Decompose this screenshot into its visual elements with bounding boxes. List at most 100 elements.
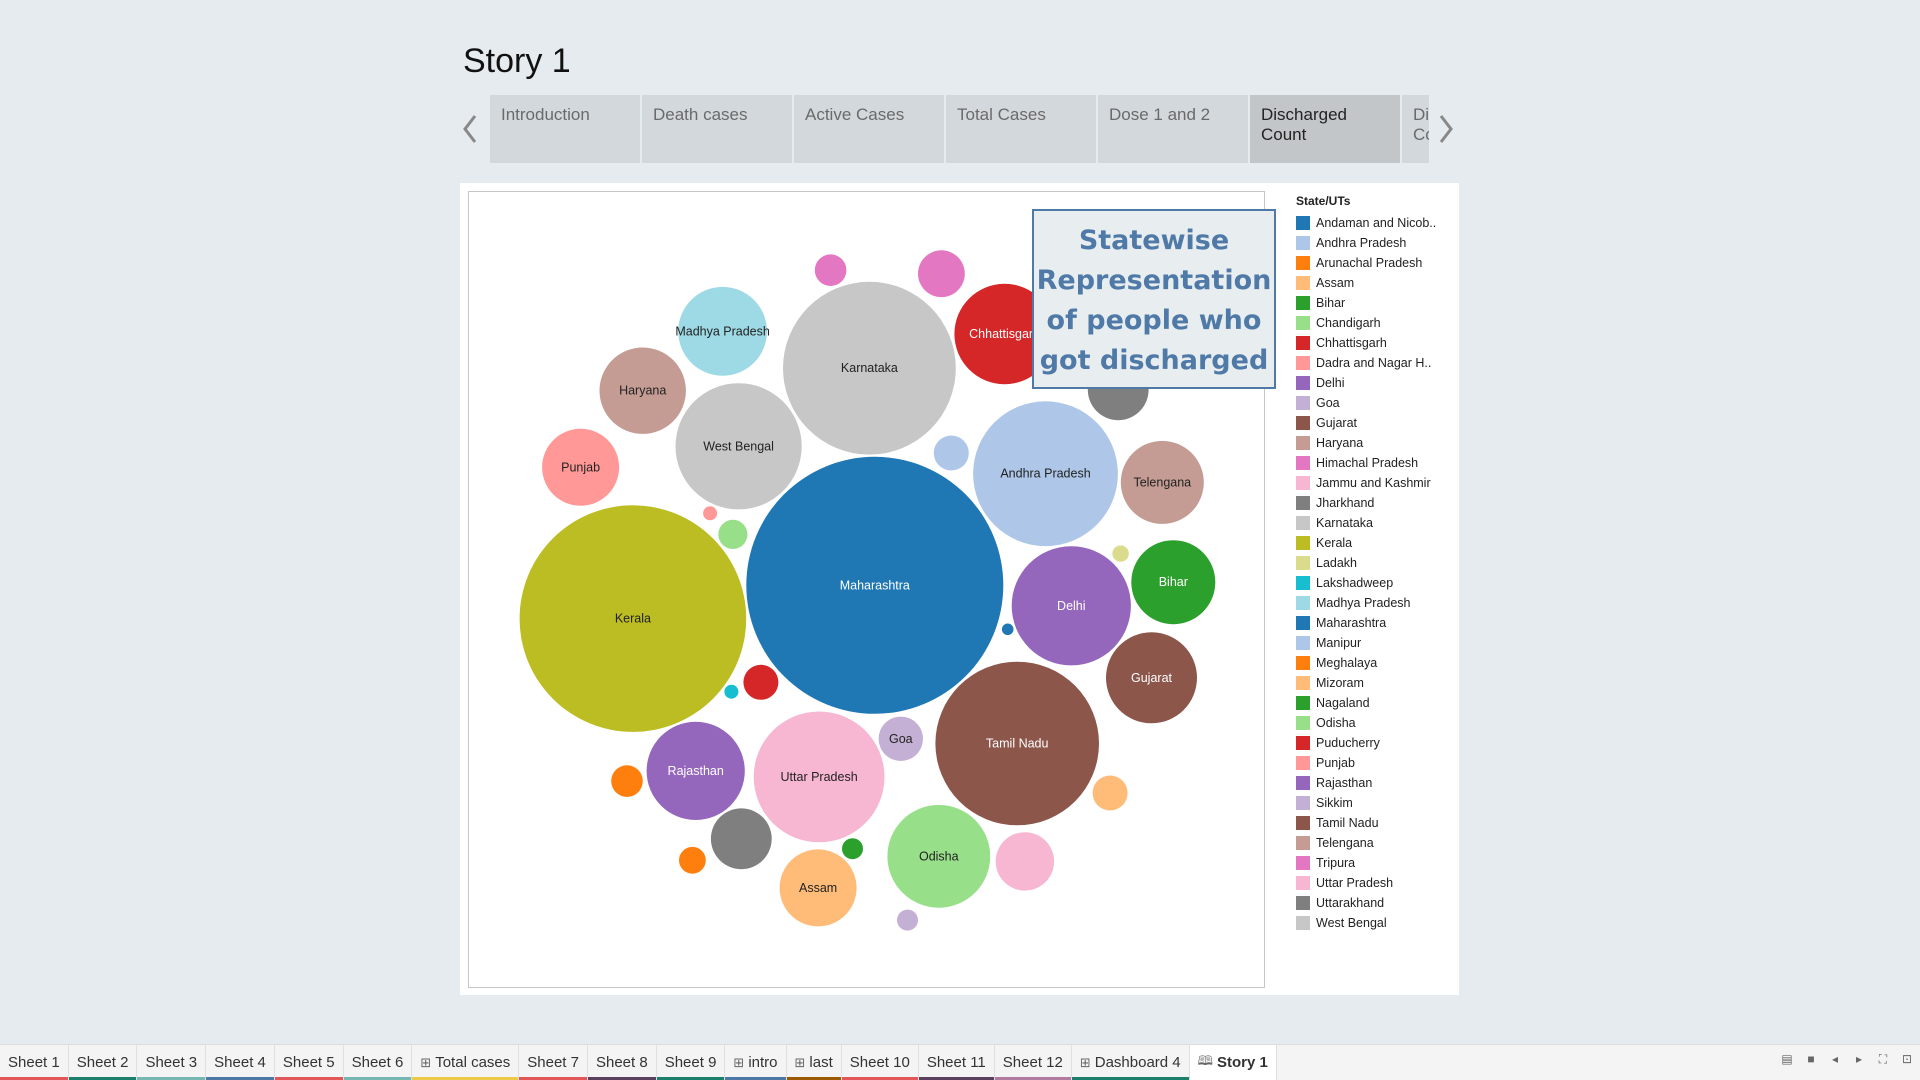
sheet-tab[interactable]: Sheet 9: [656, 1045, 726, 1080]
legend-item[interactable]: Tamil Nadu: [1296, 813, 1456, 833]
legend-item[interactable]: Kerala: [1296, 533, 1456, 553]
story-point-1[interactable]: Death cases: [642, 95, 792, 163]
bubble[interactable]: [933, 435, 969, 471]
legend-item[interactable]: Delhi: [1296, 373, 1456, 393]
bubble[interactable]: [1112, 545, 1129, 562]
sheet-tab[interactable]: ⊞ last: [786, 1045, 842, 1080]
bubble[interactable]: West Bengal: [675, 383, 802, 510]
previous-story-point-arrow[interactable]: [460, 112, 480, 146]
legend-item[interactable]: Uttar Pradesh: [1296, 873, 1456, 893]
legend-item[interactable]: Rajasthan: [1296, 773, 1456, 793]
bubble-circle[interactable]: [611, 765, 643, 797]
bubble[interactable]: Assam: [779, 849, 857, 927]
sheet-tab[interactable]: Sheet 4: [206, 1045, 275, 1080]
bubble[interactable]: Uttar Pradesh: [753, 711, 885, 843]
legend-item[interactable]: West Bengal: [1296, 913, 1456, 933]
bubble[interactable]: Odisha: [887, 804, 991, 908]
presentation-mode-icon[interactable]: ⊡: [1900, 1052, 1914, 1066]
legend-item[interactable]: Lakshadweep: [1296, 573, 1456, 593]
bubble[interactable]: [995, 832, 1055, 891]
bubble-circle[interactable]: [679, 846, 706, 874]
sheet-tab[interactable]: Sheet 8: [587, 1045, 657, 1080]
bubble-circle[interactable]: [710, 808, 772, 870]
legend-item[interactable]: Tripura: [1296, 853, 1456, 873]
bubble[interactable]: Andhra Pradesh: [973, 401, 1118, 547]
legend-item[interactable]: Nagaland: [1296, 693, 1456, 713]
legend-item[interactable]: Madhya Pradesh: [1296, 593, 1456, 613]
bubble[interactable]: [718, 519, 748, 549]
bubble-circle[interactable]: [1092, 775, 1128, 811]
scroll-right-icon[interactable]: ▸: [1852, 1052, 1866, 1066]
bubble[interactable]: [611, 765, 643, 797]
legend-item[interactable]: Maharashtra: [1296, 613, 1456, 633]
legend-item[interactable]: Andaman and Nicob..: [1296, 213, 1456, 233]
show-filmstrip-icon[interactable]: ▤: [1780, 1052, 1794, 1066]
sheet-tab[interactable]: Sheet 6: [343, 1045, 413, 1080]
bubble[interactable]: [897, 909, 918, 931]
bubble[interactable]: [814, 254, 847, 286]
bubble[interactable]: [842, 838, 863, 860]
bubble[interactable]: Maharashtra: [746, 456, 1004, 714]
legend-item[interactable]: Puducherry: [1296, 733, 1456, 753]
sheet-tab[interactable]: ⊞ Total cases: [412, 1045, 520, 1080]
legend-item[interactable]: Telengana: [1296, 833, 1456, 853]
bubble[interactable]: Haryana: [599, 347, 686, 434]
legend-item[interactable]: Bihar: [1296, 293, 1456, 313]
bubble[interactable]: Gujarat: [1106, 632, 1197, 724]
story-point-4[interactable]: Dose 1 and 2: [1098, 95, 1248, 163]
bubble[interactable]: Delhi: [1011, 546, 1131, 666]
legend-item[interactable]: Jharkhand: [1296, 493, 1456, 513]
bubble[interactable]: Rajasthan: [646, 721, 745, 821]
legend-item[interactable]: Andhra Pradesh: [1296, 233, 1456, 253]
bubble[interactable]: Punjab: [542, 428, 620, 506]
bubble-circle[interactable]: [1112, 545, 1129, 562]
bubble[interactable]: Kerala: [519, 505, 747, 732]
story-point-5[interactable]: Discharged Count: [1250, 95, 1400, 163]
bubble[interactable]: [743, 664, 779, 700]
bubble-circle[interactable]: [918, 250, 965, 298]
bubble-circle[interactable]: [995, 832, 1055, 891]
show-tabs-icon[interactable]: ■: [1804, 1052, 1818, 1066]
legend-item[interactable]: Arunachal Pradesh: [1296, 253, 1456, 273]
legend-item[interactable]: Chhattisgarh: [1296, 333, 1456, 353]
bubble-circle[interactable]: [743, 664, 779, 700]
story-point-2[interactable]: Active Cases: [794, 95, 944, 163]
legend-item[interactable]: Mizoram: [1296, 673, 1456, 693]
bubble-circle[interactable]: [933, 435, 969, 471]
legend-item[interactable]: Gujarat: [1296, 413, 1456, 433]
bubble[interactable]: [679, 846, 706, 874]
sheet-tab[interactable]: Sheet 2: [68, 1045, 138, 1080]
bubble[interactable]: [710, 808, 772, 870]
sheet-tab[interactable]: ⊞ Dashboard 4: [1071, 1045, 1190, 1080]
sheet-tab[interactable]: Sheet 10: [841, 1045, 919, 1080]
bubble[interactable]: Tamil Nadu: [935, 661, 1099, 826]
bubble-circle[interactable]: [1001, 623, 1014, 636]
bubble[interactable]: Goa: [878, 716, 923, 761]
bubble-circle[interactable]: [718, 519, 748, 549]
legend-item[interactable]: Karnataka: [1296, 513, 1456, 533]
legend-item[interactable]: Goa: [1296, 393, 1456, 413]
bubble-circle[interactable]: [842, 838, 863, 860]
legend-item[interactable]: Chandigarh: [1296, 313, 1456, 333]
sheet-tab[interactable]: Sheet 11: [918, 1045, 995, 1080]
legend-item[interactable]: Assam: [1296, 273, 1456, 293]
bubble[interactable]: Bihar: [1131, 540, 1216, 625]
sheet-tab[interactable]: ⊞ intro: [725, 1045, 787, 1080]
legend-item[interactable]: Manipur: [1296, 633, 1456, 653]
legend-item[interactable]: Sikkim: [1296, 793, 1456, 813]
bubble-circle[interactable]: [703, 506, 718, 521]
bubble-circle[interactable]: [724, 684, 739, 699]
story-point-3[interactable]: Total Cases: [946, 95, 1096, 163]
bubble[interactable]: [724, 684, 739, 699]
sheet-tab[interactable]: 🕮 Story 1: [1189, 1045, 1277, 1080]
bubble-circle[interactable]: [897, 909, 918, 931]
sheet-tab[interactable]: Sheet 3: [137, 1045, 207, 1080]
legend-item[interactable]: Odisha: [1296, 713, 1456, 733]
bubble[interactable]: [1001, 623, 1014, 636]
legend-item[interactable]: Dadra and Nagar H..: [1296, 353, 1456, 373]
legend-item[interactable]: Haryana: [1296, 433, 1456, 453]
legend-item[interactable]: Punjab: [1296, 753, 1456, 773]
bubble[interactable]: Telengana: [1120, 440, 1204, 524]
sheet-tab[interactable]: Sheet 1: [0, 1045, 69, 1080]
story-point-6[interactable]: Di Co: [1402, 95, 1429, 163]
